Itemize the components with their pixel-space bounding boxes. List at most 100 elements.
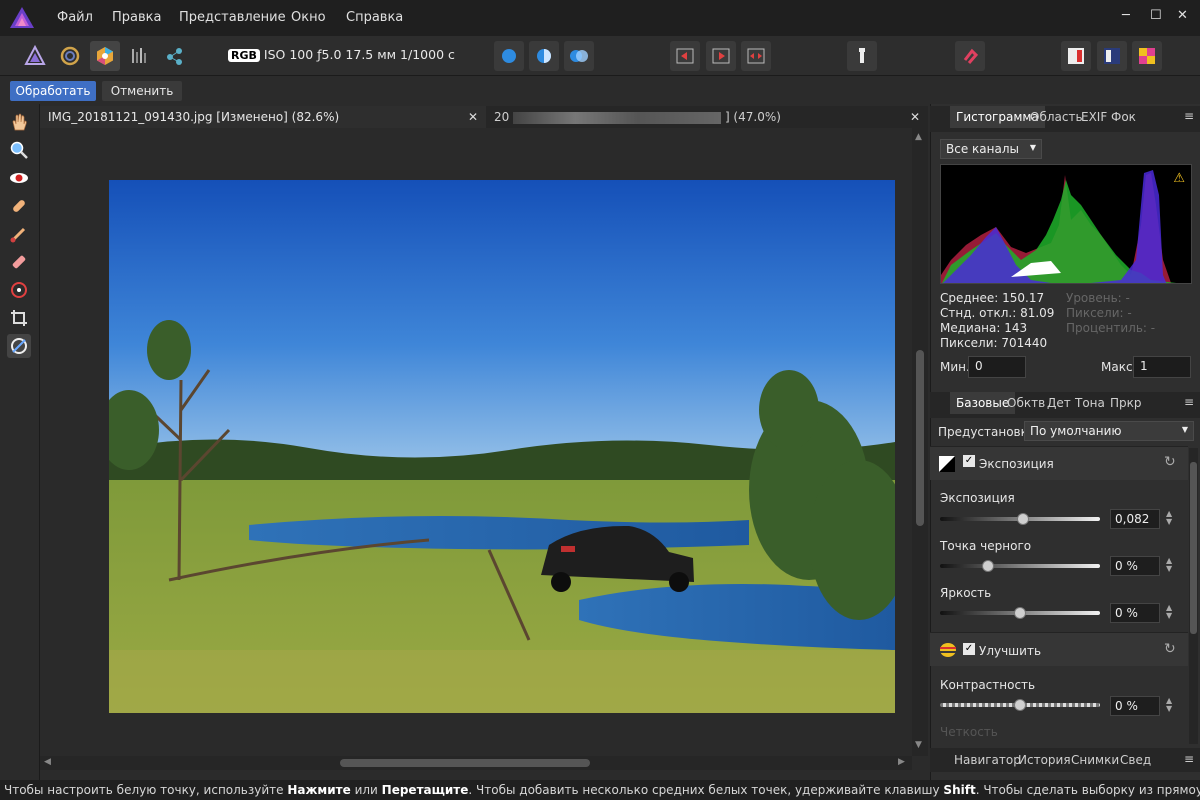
slider-blackpoint-value[interactable]: 0 % (1110, 556, 1160, 576)
horizontal-scrollbar[interactable]: ◀ ▶ (40, 756, 912, 770)
vertical-scrollbar[interactable]: ▲ ▼ (912, 128, 928, 756)
tone-mapping-persona-icon[interactable] (125, 41, 155, 71)
close-tab-2-icon[interactable]: ✕ (910, 106, 920, 128)
clipping-highlights-icon[interactable] (564, 41, 594, 71)
preset-select[interactable]: По умолчанию ▼ (1024, 421, 1194, 441)
tab-overlays[interactable]: Пркр (1110, 396, 1142, 410)
affinity-photo-logo-icon[interactable] (8, 4, 36, 32)
tab-navigator[interactable]: Навигатор (954, 753, 1021, 767)
color-swatch-icon[interactable] (1132, 41, 1162, 71)
tab-snapshots[interactable]: Снимки (1071, 753, 1119, 767)
mirror-view-icon[interactable] (741, 41, 771, 71)
tab-basic[interactable]: Базовые (950, 392, 1016, 414)
photo-persona-icon[interactable] (20, 41, 50, 71)
exposure-enabled-checkbox[interactable]: ✓ (963, 455, 975, 467)
menu-file[interactable]: Файл (57, 10, 93, 25)
tab-history[interactable]: История (1018, 753, 1071, 767)
white-balance-picker-tool-icon[interactable] (7, 334, 31, 358)
slider-blackpoint-label: Точка черного (940, 539, 1032, 553)
slider-brightness-track[interactable] (940, 607, 1100, 619)
stat-mean: Среднее: 150.17 (940, 291, 1045, 305)
zoom-tool-icon[interactable] (7, 138, 31, 162)
tab-document-2[interactable]: 20 ] (47.0%) ✕ (486, 106, 928, 128)
overlay-gradient-tool-icon[interactable] (7, 278, 31, 302)
bottom-panel-menu-icon[interactable]: ≡ (1184, 752, 1194, 766)
exposure-stepper-icon[interactable]: ▲ ▼ (1166, 510, 1172, 526)
slider-blackpoint-track[interactable] (940, 560, 1100, 572)
slider-exposure-value[interactable]: 0,082 (1110, 509, 1160, 529)
tab-focus[interactable]: Фок (1111, 110, 1136, 124)
minimize-button[interactable]: ─ (1122, 8, 1130, 23)
photo-preview[interactable] (109, 180, 895, 713)
close-tab-1-icon[interactable]: ✕ (468, 106, 478, 128)
develop-persona-icon[interactable] (90, 41, 120, 71)
slider-contrast-track[interactable] (940, 699, 1100, 711)
tab-tones[interactable]: Тона (1075, 396, 1105, 410)
menu-view[interactable]: Представление (179, 10, 286, 25)
tab-document-2-title-end: ] (47.0%) (724, 110, 781, 124)
menu-edit[interactable]: Правка (112, 10, 161, 25)
clipping-midtones-icon[interactable] (529, 41, 559, 71)
eyedropper-tool-icon[interactable] (847, 41, 877, 71)
tab-exif[interactable]: EXIF (1081, 110, 1107, 124)
maximize-button[interactable]: ☐ (1150, 8, 1162, 23)
stat-percentile: Процентиль: - (1066, 321, 1156, 335)
red-eye-tool-icon[interactable] (7, 166, 31, 190)
channel-select[interactable]: Все каналы ▼ (940, 139, 1042, 159)
tab-scope[interactable]: Область (1030, 110, 1083, 124)
split-view-right-icon[interactable] (706, 41, 736, 71)
max-input[interactable]: 1 (1133, 356, 1191, 378)
scroll-up-icon[interactable]: ▲ (915, 132, 922, 142)
scroll-down-icon[interactable]: ▼ (915, 740, 922, 750)
panel-menu-icon[interactable]: ≡ (1184, 109, 1194, 123)
enhance-enabled-checkbox[interactable]: ✓ (963, 643, 975, 655)
studio-left-panel-icon[interactable] (1061, 41, 1091, 71)
split-view-left-icon[interactable] (670, 41, 700, 71)
studio-right-panel-icon[interactable] (1097, 41, 1127, 71)
scroll-right-icon[interactable]: ▶ (898, 757, 905, 767)
adjust-panel-menu-icon[interactable]: ≡ (1184, 395, 1194, 409)
slider-contrast-knob[interactable] (1014, 699, 1026, 711)
exposure-section-header[interactable]: ✓ Экспозиция ↻ (930, 446, 1188, 480)
enhance-icon (940, 643, 956, 657)
cancel-button[interactable]: Отменить (102, 81, 182, 101)
slider-contrast-value[interactable]: 0 % (1110, 696, 1160, 716)
adjust-panel-scrollbar[interactable] (1189, 448, 1198, 744)
blemish-removal-tool-icon[interactable] (7, 194, 31, 218)
tab-document-1[interactable]: IMG_20181121_091430.jpg [Изменено] (82.6… (40, 106, 486, 128)
scroll-left-icon[interactable]: ◀ (44, 757, 51, 767)
brightness-stepper-icon[interactable]: ▲ ▼ (1166, 604, 1172, 620)
adjust-panel-scroll-thumb[interactable] (1190, 462, 1197, 634)
preset-select-value: По умолчанию (1030, 424, 1122, 438)
close-window-button[interactable]: ✕ (1177, 8, 1188, 23)
clipping-shadows-icon[interactable] (494, 41, 524, 71)
tab-details[interactable]: Дет (1047, 396, 1071, 410)
reset-enhance-icon[interactable]: ↻ (1164, 641, 1176, 657)
exif-readout: RGB ISO 100 ƒ5.0 17.5 мм 1/1000 с (228, 47, 455, 62)
overlay-erase-tool-icon[interactable] (7, 250, 31, 274)
horizontal-scroll-thumb[interactable] (340, 759, 590, 767)
enhance-section-header[interactable]: ✓ Улучшить ↻ (930, 632, 1188, 666)
slider-clarity-label: Четкость (940, 725, 998, 739)
reset-exposure-icon[interactable]: ↻ (1164, 454, 1176, 470)
snapping-magnet-icon[interactable] (955, 41, 985, 71)
status-bold-shift: Shift (943, 783, 976, 797)
export-persona-icon[interactable] (160, 41, 190, 71)
slider-brightness-value[interactable]: 0 % (1110, 603, 1160, 623)
slider-exposure-track[interactable] (940, 513, 1100, 525)
liquify-persona-icon[interactable] (55, 41, 85, 71)
vertical-scroll-thumb[interactable] (916, 350, 924, 526)
hand-tool-icon[interactable] (7, 110, 31, 134)
blackpoint-stepper-icon[interactable]: ▲ ▼ (1166, 557, 1172, 573)
tab-lens[interactable]: Обктв (1007, 396, 1045, 410)
slider-blackpoint-knob[interactable] (982, 560, 994, 572)
crop-tool-icon[interactable] (7, 306, 31, 330)
tab-info[interactable]: Свед (1120, 753, 1151, 767)
menu-help[interactable]: Справка (346, 10, 403, 25)
apply-button[interactable]: Обработать (10, 81, 96, 101)
slider-brightness-knob[interactable] (1014, 607, 1026, 619)
min-input[interactable]: 0 (968, 356, 1026, 378)
menu-window[interactable]: Окно (291, 10, 326, 25)
overlay-paint-tool-icon[interactable] (7, 222, 31, 246)
contrast-stepper-icon[interactable]: ▲ ▼ (1166, 697, 1172, 713)
